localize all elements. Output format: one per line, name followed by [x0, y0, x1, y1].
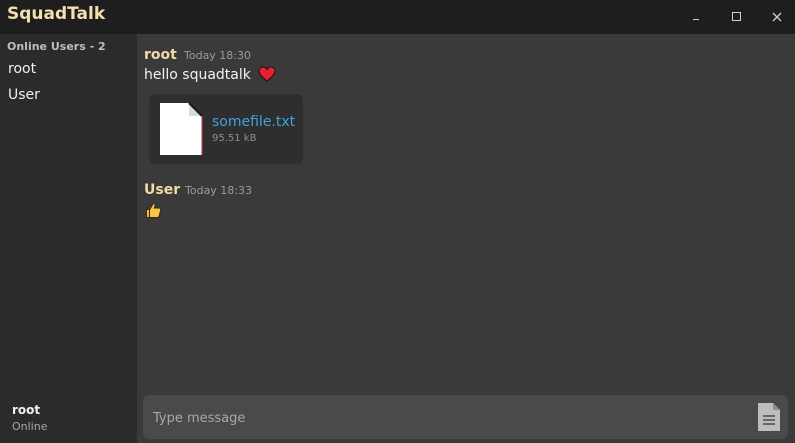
chat-area: root Today 18:30 hello squadtalk somefil…	[137, 34, 795, 443]
message-input[interactable]	[151, 405, 745, 431]
maximize-icon	[732, 12, 741, 21]
user-list-item[interactable]: root	[8, 61, 36, 77]
file-icon	[160, 102, 203, 155]
minimize-icon	[693, 19, 699, 20]
heart-icon	[258, 66, 276, 82]
message-author: User	[144, 182, 181, 198]
current-user-status: Online	[12, 420, 48, 433]
maximize-button[interactable]	[724, 6, 750, 28]
file-attachment[interactable]: somefile.txt 95.51 kB	[149, 94, 303, 164]
user-list-item[interactable]: User	[8, 87, 40, 103]
document-icon[interactable]	[756, 401, 782, 433]
online-users-header: Online Users - 2	[7, 40, 106, 53]
sidebar: Online Users - 2 root User root Online	[0, 34, 137, 443]
app-title: SquadTalk	[7, 4, 106, 24]
message-timestamp: Today 18:30	[184, 49, 252, 62]
title-bar: SquadTalk	[0, 0, 795, 34]
message-composer	[143, 395, 788, 439]
minimize-button[interactable]	[684, 6, 710, 28]
current-user-name: root	[12, 403, 41, 417]
message-timestamp: Today 18:33	[185, 184, 253, 197]
message-author: root	[144, 47, 177, 63]
thumbs-up-icon	[146, 203, 162, 218]
message-text: hello squadtalk	[144, 67, 251, 83]
close-button[interactable]	[764, 6, 790, 28]
file-name-link[interactable]: somefile.txt	[212, 114, 295, 130]
file-size: 95.51 kB	[212, 133, 257, 144]
close-icon	[772, 12, 782, 22]
